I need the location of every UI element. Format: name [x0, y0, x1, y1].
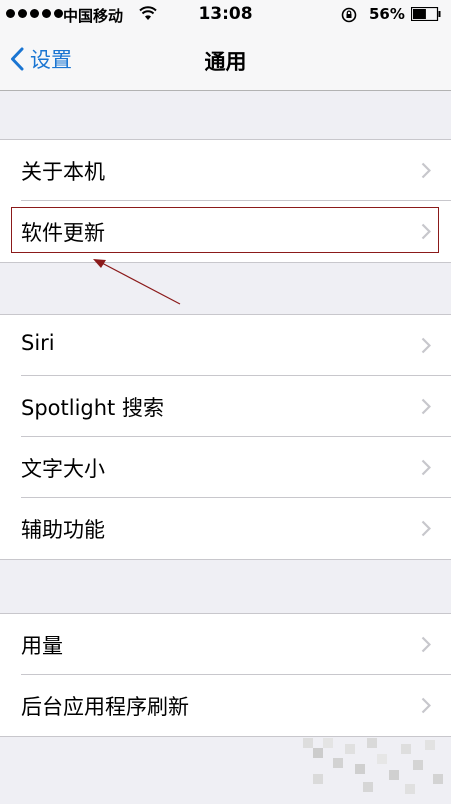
list-item-siri[interactable]: Siri	[0, 315, 451, 376]
list-item-label: Siri	[21, 331, 55, 355]
battery-percent: 56%	[369, 5, 405, 23]
chevron-right-icon	[421, 636, 431, 653]
settings-group-usage: 用量 后台应用程序刷新	[0, 613, 451, 737]
list-item-label: 后台应用程序刷新	[21, 695, 189, 719]
list-item-accessibility[interactable]: 辅助功能	[0, 498, 451, 559]
chevron-right-icon	[421, 520, 431, 537]
highlight-box	[11, 207, 439, 253]
page-title: 通用	[204, 50, 247, 74]
chevron-right-icon	[421, 697, 431, 714]
chevron-right-icon	[421, 459, 431, 476]
list-item-usage[interactable]: 用量	[0, 614, 451, 675]
list-item-label: 用量	[21, 634, 63, 658]
chevron-right-icon	[421, 162, 431, 179]
status-bar: 中国移动 13:08 56%	[0, 0, 451, 30]
list-item-spotlight[interactable]: Spotlight 搜索	[0, 376, 451, 437]
navigation-bar: 设置 通用	[0, 30, 451, 91]
mosaic-watermark	[303, 738, 443, 794]
rotation-lock-icon	[341, 7, 357, 23]
list-item-label: Spotlight 搜索	[21, 396, 164, 420]
list-item-label: 辅助功能	[21, 518, 105, 542]
list-item-label: 关于本机	[21, 160, 105, 184]
chevron-right-icon	[421, 398, 431, 415]
list-item-background-refresh[interactable]: 后台应用程序刷新	[0, 675, 451, 736]
list-item-about[interactable]: 关于本机	[0, 140, 451, 201]
list-item-text-size[interactable]: 文字大小	[0, 437, 451, 498]
list-item-label: 文字大小	[21, 457, 105, 481]
chevron-right-icon	[421, 337, 431, 354]
battery-icon	[411, 7, 441, 21]
settings-group-general: Siri Spotlight 搜索 文字大小 辅助功能	[0, 314, 451, 560]
